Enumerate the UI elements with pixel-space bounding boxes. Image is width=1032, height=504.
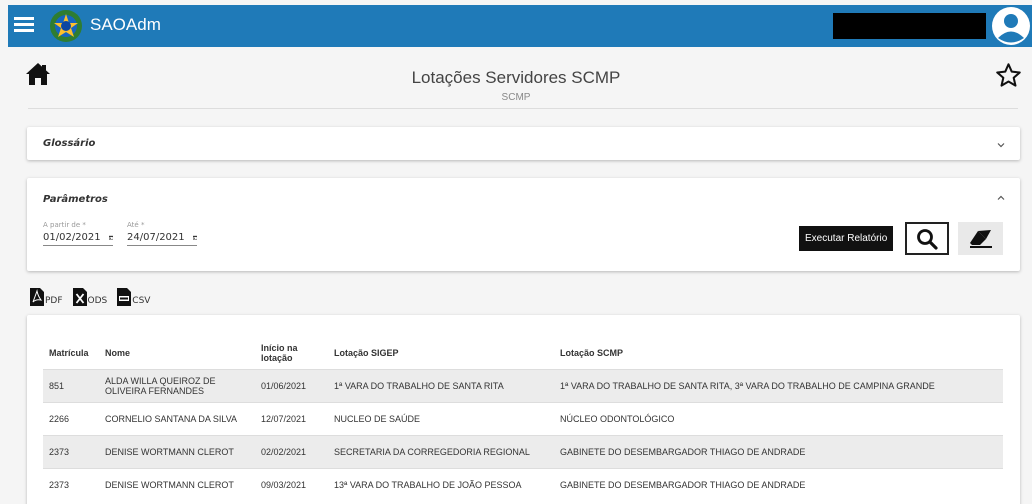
results-table: Matrícula Nome Início na lotação Lotação… [43, 337, 1003, 501]
parametros-title: Parâmetros [43, 194, 108, 205]
cell-matricula: 851 [43, 368, 99, 402]
hamburger-menu-icon[interactable] [14, 15, 34, 35]
export-ods-link[interactable]: ODS [72, 288, 108, 306]
cell-lotacao-scmp: 1ª VARA DO TRABALHO DE SANTA RITA, 3ª VA… [554, 368, 1003, 402]
search-button[interactable] [905, 222, 949, 255]
cell-nome: CORNELIO SANTANA DA SILVA [99, 401, 255, 435]
column-header-inicio[interactable]: Início na lotação [255, 337, 328, 369]
from-date-label: A partir de * [43, 221, 86, 229]
column-header-lotacao-sigep[interactable]: Lotação SIGEP [328, 337, 554, 369]
to-date-value[interactable]: 24/07/2021 [127, 232, 185, 243]
cell-nome: DENISE WORTMANN CLEROT [99, 467, 255, 501]
table-row[interactable]: 2373 DENISE WORTMANN CLEROT 02/02/2021 S… [43, 434, 1003, 468]
ods-file-icon [72, 288, 87, 306]
table-row[interactable]: 851 ALDA WILLA QUEIROZ DE OLIVEIRA FERNA… [43, 368, 1003, 402]
csv-file-icon [117, 288, 132, 306]
export-pdf-link[interactable]: PDF [30, 288, 63, 306]
cell-lotacao-sigep: 1ª VARA DO TRABALHO DE SANTA RITA [328, 368, 554, 402]
cell-lotacao-scmp: GABINETE DO DESEMBARGADOR THIAGO DE ANDR… [554, 434, 1003, 468]
cell-lotacao-sigep: 13ª VARA DO TRABALHO DE JOÃO PESSOA [328, 467, 554, 501]
parametros-panel: Parâmetros A partir de * 01/02/2021 Até … [27, 178, 1020, 271]
top-app-bar: SAOAdm [8, 5, 1032, 47]
table-row[interactable]: 2266 CORNELIO SANTANA DA SILVA 12/07/202… [43, 401, 1003, 435]
cell-inicio: 02/02/2021 [255, 434, 328, 468]
to-date-field[interactable]: Até * 24/07/2021 [127, 221, 197, 246]
table-header-row: Matrícula Nome Início na lotação Lotação… [43, 337, 1003, 369]
cell-nome: DENISE WORTMANN CLEROT [99, 434, 255, 468]
page-subtitle: SCMP [501, 92, 531, 103]
cell-nome: ALDA WILLA QUEIROZ DE OLIVEIRA FERNANDES [99, 368, 255, 402]
redacted-user-name [833, 13, 986, 39]
search-icon [917, 228, 938, 250]
from-date-field[interactable]: A partir de * 01/02/2021 [43, 221, 113, 246]
cell-matricula: 2373 [43, 467, 99, 501]
calendar-icon[interactable] [192, 233, 197, 242]
cell-matricula: 2266 [43, 401, 99, 435]
cell-lotacao-sigep: SECRETARIA DA CORREGEDORIA REGIONAL [328, 434, 554, 468]
page-title: Lotações Servidores SCMP [411, 68, 621, 87]
glossario-title: Glossário [43, 138, 96, 149]
pdf-file-icon [30, 288, 44, 306]
chevron-up-icon[interactable] [996, 193, 1006, 203]
from-date-value[interactable]: 01/02/2021 [43, 232, 101, 243]
export-csv-label: CSV [132, 296, 151, 306]
cell-lotacao-sigep: NUCLEO DE SAÚDE [328, 401, 554, 435]
cell-lotacao-scmp: NÚCLEO ODONTOLÓGICO [554, 401, 1003, 435]
chevron-down-icon[interactable] [996, 140, 1006, 150]
export-pdf-label: PDF [45, 296, 63, 306]
app-title[interactable]: SAOAdm [90, 15, 161, 35]
cell-inicio: 09/03/2021 [255, 467, 328, 501]
glossario-panel[interactable]: Glossário [27, 127, 1020, 160]
cell-inicio: 12/07/2021 [255, 401, 328, 435]
column-header-matricula[interactable]: Matrícula [43, 337, 99, 369]
clear-button[interactable] [958, 222, 1003, 255]
export-links: PDF ODS CSV [30, 288, 150, 306]
table-row[interactable]: 2373 DENISE WORTMANN CLEROT 09/03/2021 1… [43, 467, 1003, 501]
run-report-button[interactable]: Executar Relatório [799, 226, 894, 251]
eraser-icon [969, 229, 992, 248]
divider [28, 108, 1018, 109]
cell-inicio: 01/06/2021 [255, 368, 328, 402]
results-panel: Matrícula Nome Início na lotação Lotação… [27, 315, 1020, 504]
export-csv-link[interactable]: CSV [117, 288, 150, 306]
export-ods-label: ODS [87, 296, 108, 306]
cell-matricula: 2373 [43, 434, 99, 468]
coat-of-arms-logo [50, 10, 82, 42]
column-header-lotacao-scmp[interactable]: Lotação SCMP [554, 337, 1003, 369]
column-header-nome[interactable]: Nome [99, 337, 255, 369]
calendar-icon[interactable] [108, 233, 113, 242]
to-date-label: Até * [127, 221, 145, 229]
user-avatar-icon[interactable] [992, 7, 1030, 45]
cell-lotacao-scmp: GABINETE DO DESEMBARGADOR THIAGO DE ANDR… [554, 467, 1003, 501]
